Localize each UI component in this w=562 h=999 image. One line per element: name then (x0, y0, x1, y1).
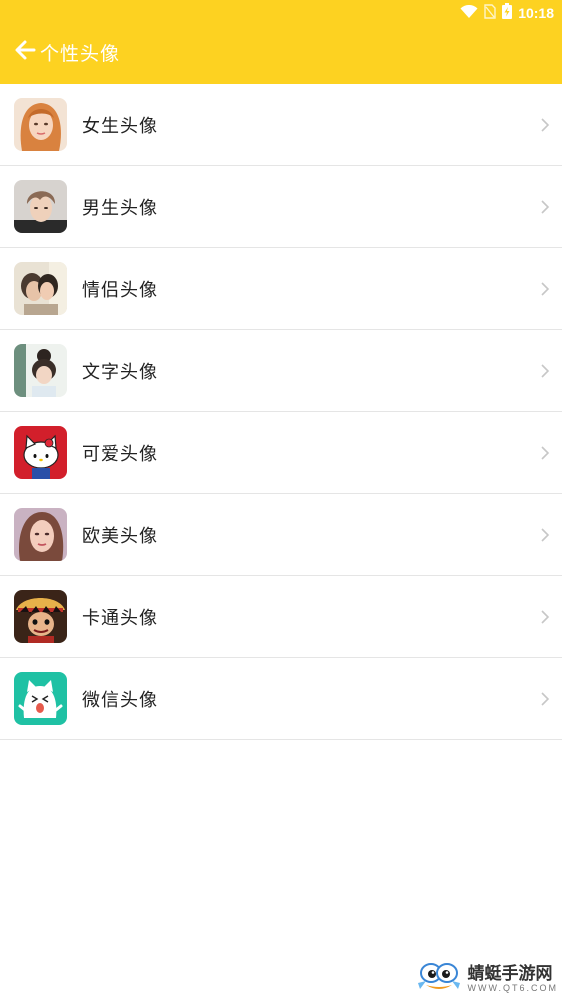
watermark-name: 蜻蜓手游网 (467, 964, 553, 984)
chevron-right-icon (541, 363, 550, 378)
girl-avatar-image (14, 98, 67, 151)
anime-avatar-image (14, 590, 67, 643)
status-bar: 10:18 (460, 2, 554, 24)
category-label: 情侣头像 (82, 279, 158, 301)
watermark-text: 蜻蜓手游网 WWW.QT6.COM (468, 965, 559, 993)
category-item-cute[interactable]: 可爱头像 (0, 412, 562, 494)
no-sim-icon (484, 3, 496, 23)
category-label: 微信头像 (82, 689, 158, 711)
couple-avatar-image (14, 262, 67, 315)
chevron-right-icon (541, 281, 550, 296)
chevron-right-icon (541, 445, 550, 460)
category-label: 男生头像 (82, 197, 158, 219)
watermark-url: WWW.QT6.COM (467, 983, 558, 993)
category-label: 可爱头像 (82, 443, 158, 465)
category-label: 卡通头像 (82, 607, 158, 629)
category-item-text[interactable]: 文字头像 (0, 330, 562, 412)
western-avatar-image (14, 508, 67, 561)
arrow-left-icon (14, 39, 36, 65)
chevron-right-icon (541, 199, 550, 214)
text-avatar-image (14, 344, 67, 397)
category-item-couples[interactable]: 情侣头像 (0, 248, 562, 330)
app-header: 10:18 个性头像 (0, 0, 562, 84)
category-label: 文字头像 (82, 361, 158, 383)
category-label: 欧美头像 (82, 525, 158, 547)
category-item-western[interactable]: 欧美头像 (0, 494, 562, 576)
boy-avatar-image (14, 180, 67, 233)
chevron-right-icon (541, 609, 550, 624)
hello-kitty-avatar-image (14, 426, 67, 479)
category-item-girls[interactable]: 女生头像 (0, 84, 562, 166)
category-item-boys[interactable]: 男生头像 (0, 166, 562, 248)
category-item-wechat[interactable]: 微信头像 (0, 658, 562, 740)
category-item-cartoon[interactable]: 卡通头像 (0, 576, 562, 658)
cartoon-cat-avatar-image (14, 672, 67, 725)
battery-charging-icon (502, 3, 513, 23)
chevron-right-icon (541, 117, 550, 132)
back-button[interactable] (10, 37, 40, 67)
title-bar: 个性头像 (0, 30, 562, 74)
category-label: 女生头像 (82, 115, 158, 137)
wifi-icon (460, 4, 478, 23)
dragonfly-logo-icon (416, 961, 462, 997)
page-title: 个性头像 (40, 42, 121, 65)
status-time: 10:18 (518, 5, 554, 21)
watermark: 蜻蜓手游网 WWW.QT6.COM (416, 961, 559, 997)
category-list: 女生头像 男生头像 情侣头像 文字头像 可爱头像 欧美头像 卡通头像 微信头像 (0, 84, 562, 740)
chevron-right-icon (541, 691, 550, 706)
chevron-right-icon (541, 527, 550, 542)
